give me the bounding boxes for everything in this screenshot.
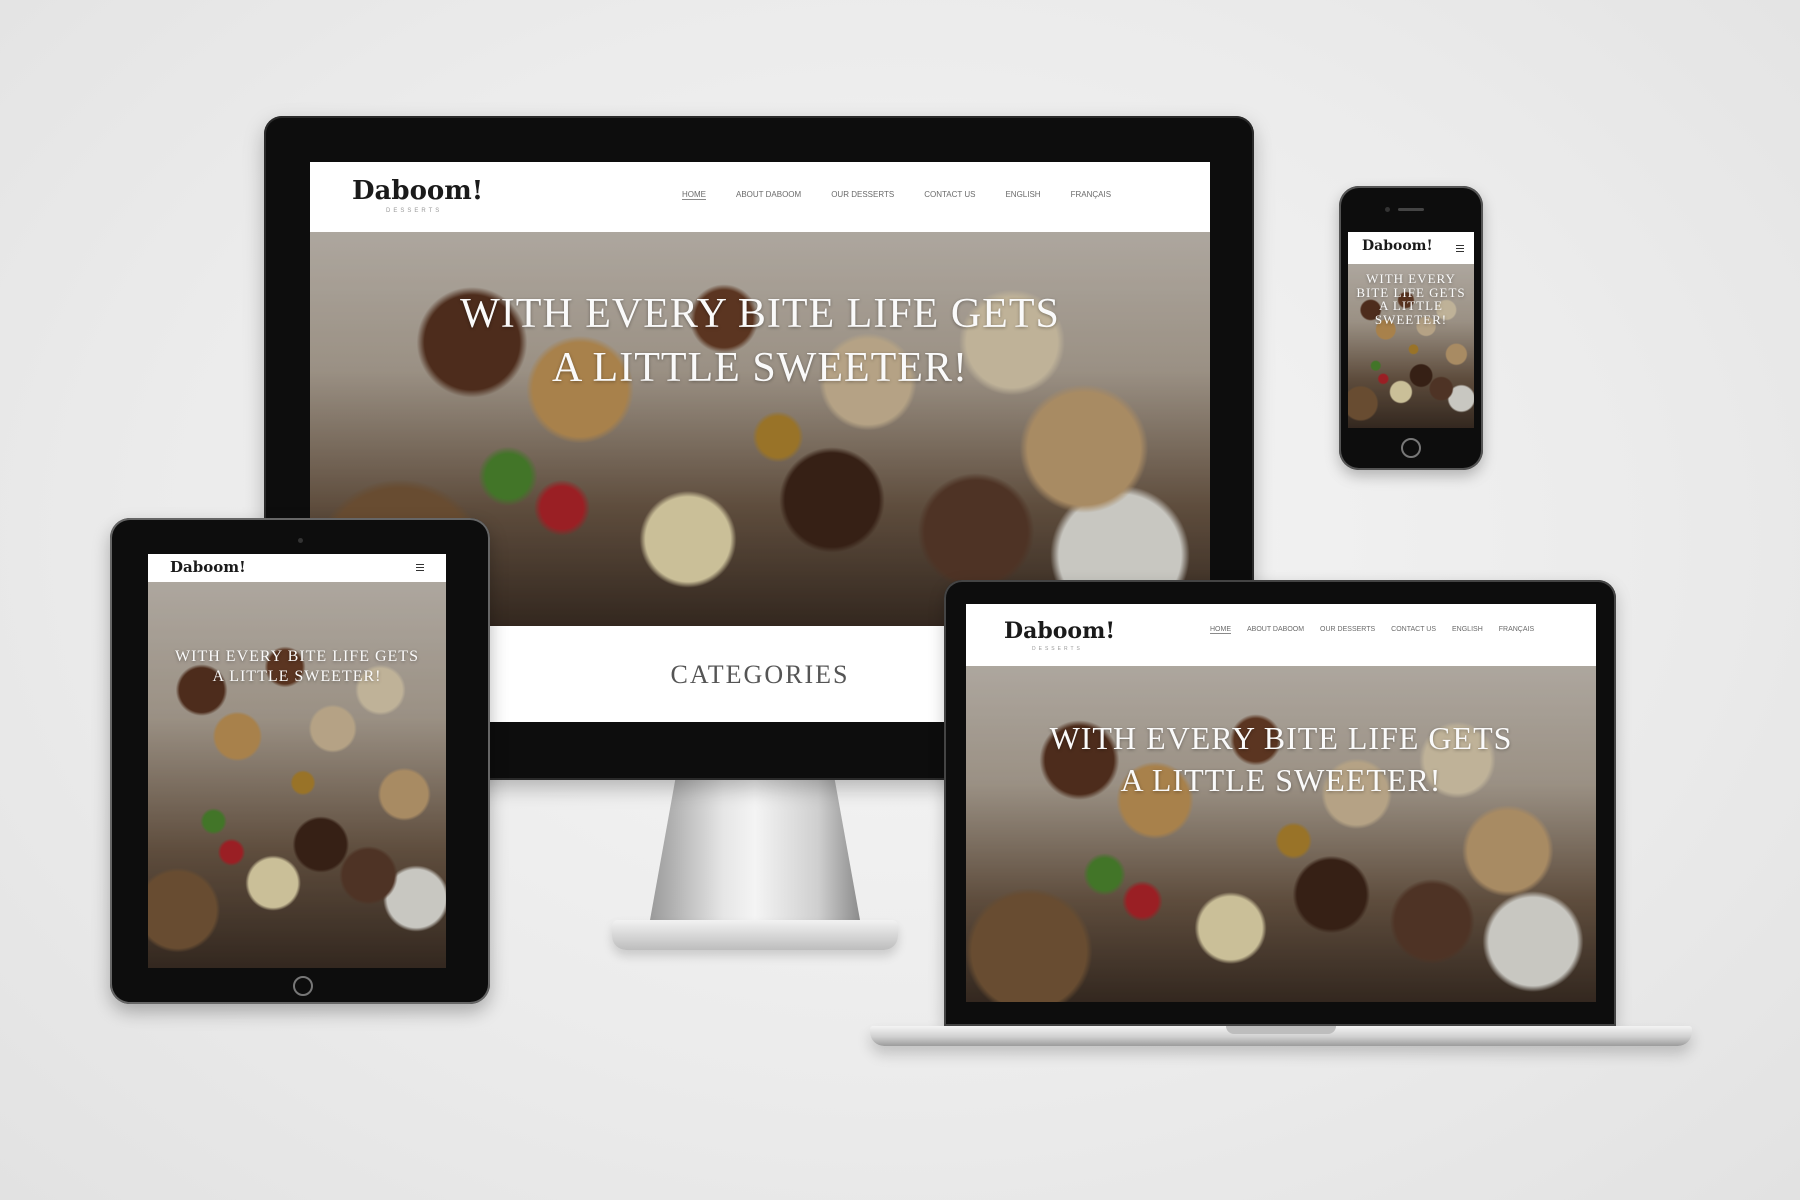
phone-speaker: [1398, 208, 1424, 211]
laptop-logo[interactable]: Daboom!: [1004, 618, 1115, 644]
laptop-site-header: Daboom! DESSERTS HOME ABOUT DABOOM OUR D…: [966, 604, 1596, 666]
phone-header: Daboom!: [1348, 232, 1474, 264]
laptop-main-nav: HOME ABOUT DABOOM OUR DESSERTS CONTACT U…: [1210, 626, 1534, 634]
monitor-stand-neck: [650, 780, 860, 920]
phone-hero-line2: A LITTLE SWEETER!: [1374, 298, 1448, 327]
nav-about[interactable]: ABOUT DABOOM: [736, 190, 801, 200]
laptop-hero-line2: A LITTLE SWEETER!: [1120, 762, 1442, 798]
phone-logo[interactable]: Daboom!: [1362, 238, 1433, 254]
hamburger-icon[interactable]: [416, 564, 424, 573]
nav-contact[interactable]: CONTACT US: [1391, 626, 1436, 634]
site-header: Daboom! DESSERTS HOME ABOUT DABOOM OUR D…: [310, 162, 1210, 232]
phone-hero-text: WITH EVERY BITE LIFE GETS A LITTLE SWEET…: [1348, 272, 1474, 327]
nav-home[interactable]: HOME: [1210, 626, 1231, 634]
home-button-icon[interactable]: [293, 976, 313, 996]
phone-screen: Daboom! WITH EVERY BITE LIFE GETS A LITT…: [1348, 232, 1474, 428]
tablet-header: Daboom!: [148, 554, 446, 582]
hero-headline-line1: WITH EVERY BITE LIFE GETS: [460, 291, 1060, 337]
main-nav: HOME ABOUT DABOOM OUR DESSERTS CONTACT U…: [682, 190, 1111, 200]
hero-headline-line2: A LITTLE SWEETER!: [552, 345, 968, 391]
nav-contact[interactable]: CONTACT US: [924, 190, 975, 200]
tablet-hero-line2: A LITTLE SWEETER!: [212, 668, 382, 685]
nav-home[interactable]: HOME: [682, 190, 706, 200]
camera-icon: [298, 538, 303, 543]
laptop-screen: Daboom! DESSERTS HOME ABOUT DABOOM OUR D…: [966, 604, 1596, 1002]
tablet-logo[interactable]: Daboom!: [170, 558, 246, 576]
camera-icon: [1385, 207, 1390, 212]
hamburger-icon[interactable]: [1456, 245, 1464, 254]
home-button-icon[interactable]: [1401, 438, 1421, 458]
laptop-trackpad-notch: [1226, 1026, 1336, 1034]
phone-hero-line1: WITH EVERY BITE LIFE GETS: [1356, 271, 1466, 300]
site-logo[interactable]: Daboom!: [352, 176, 483, 206]
site-logo-subtitle: DESSERTS: [386, 208, 443, 214]
tablet-hero-image: WITH EVERY BITE LIFE GETS A LITTLE SWEET…: [148, 582, 446, 968]
phone-hero-image: WITH EVERY BITE LIFE GETS A LITTLE SWEET…: [1348, 264, 1474, 428]
nav-english[interactable]: ENGLISH: [1005, 190, 1040, 200]
monitor-stand-base: [612, 920, 898, 950]
nav-desserts[interactable]: OUR DESSERTS: [1320, 626, 1375, 634]
tablet-screen: Daboom! WITH EVERY BITE LIFE GETS A LITT…: [148, 554, 446, 968]
nav-about[interactable]: ABOUT DABOOM: [1247, 626, 1304, 634]
nav-francais[interactable]: FRANÇAIS: [1499, 626, 1534, 634]
nav-francais[interactable]: FRANÇAIS: [1071, 190, 1111, 200]
nav-desserts[interactable]: OUR DESSERTS: [831, 190, 894, 200]
laptop-logo-subtitle: DESSERTS: [1032, 646, 1083, 652]
laptop-hero-image: WITH EVERY BITE LIFE GETS A LITTLE SWEET…: [966, 666, 1596, 1002]
laptop-hero-line1: WITH EVERY BITE LIFE GETS: [1049, 720, 1513, 756]
tablet-hero-line1: WITH EVERY BITE LIFE GETS: [175, 648, 419, 665]
nav-english[interactable]: ENGLISH: [1452, 626, 1483, 634]
